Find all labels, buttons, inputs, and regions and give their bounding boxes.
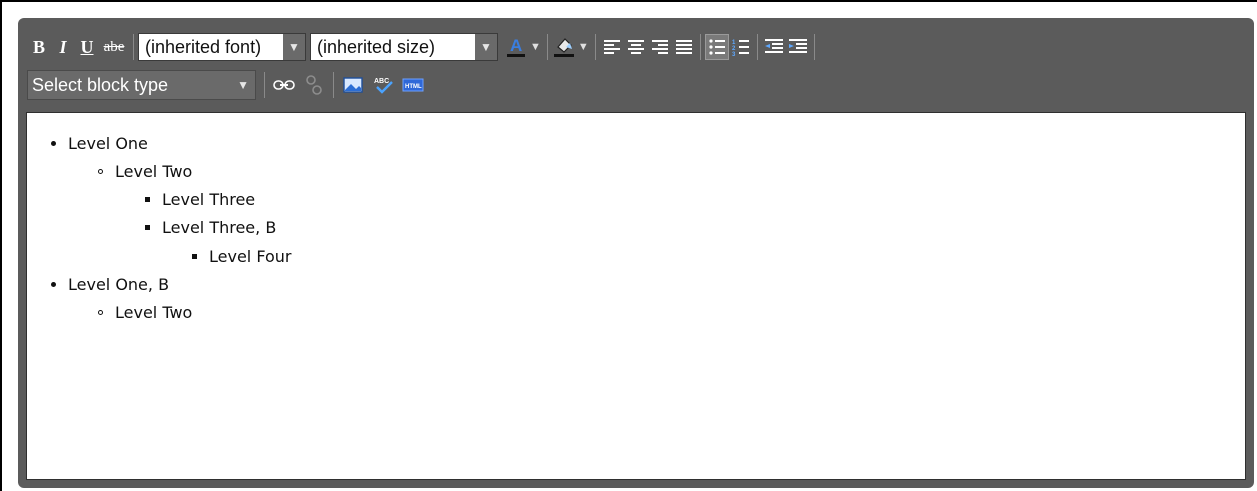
list-item-text: Level Two — [115, 302, 193, 322]
highlight-button[interactable] — [552, 34, 576, 60]
toolbar-separator — [264, 72, 265, 98]
toolbar-separator — [813, 34, 815, 60]
outdent-icon — [764, 39, 783, 53]
html-source-button[interactable]: HTML — [398, 72, 428, 98]
indent-icon — [788, 39, 807, 53]
list-item[interactable]: Level Four — [192, 246, 291, 266]
svg-text:ABC: ABC — [374, 78, 389, 85]
justify-icon — [675, 40, 692, 54]
toolbar-separator — [756, 34, 758, 60]
list-item[interactable]: Level Two — [98, 161, 192, 181]
spellcheck-button[interactable]: ABC — [368, 72, 398, 98]
font-color-button[interactable]: A — [504, 34, 528, 60]
list-item-text: Level One — [68, 133, 148, 153]
list-item-text: Level Three, B — [162, 217, 277, 237]
underline-label: U — [80, 36, 94, 57]
font-family-value: (inherited font) — [145, 36, 262, 57]
toolbar-separator — [133, 34, 134, 60]
toolbar-separator — [594, 34, 596, 60]
bullet-square — [192, 253, 197, 259]
list-item[interactable]: Level Three — [145, 189, 255, 209]
italic-label: I — [59, 36, 67, 57]
svg-text:3: 3 — [732, 52, 736, 56]
bullet-circle — [98, 168, 103, 174]
font-family-select[interactable]: (inherited font) ▼ — [138, 33, 306, 61]
insert-image-button[interactable] — [338, 72, 368, 98]
list-item[interactable]: Level Three, B — [145, 217, 276, 237]
toolbar-separator — [546, 34, 548, 60]
spellcheck-icon: ABC — [374, 78, 393, 94]
indent-button[interactable] — [786, 34, 810, 60]
list-item-text: Level Four — [209, 246, 292, 266]
font-color-dropdown[interactable]: ▼ — [530, 41, 541, 53]
toolbar-separator — [333, 72, 334, 98]
align-center-icon — [627, 40, 644, 54]
font-size-value: (inherited size) — [317, 36, 436, 57]
bullet-square — [145, 196, 150, 202]
unlink-button[interactable] — [299, 72, 329, 98]
image-icon — [343, 77, 363, 93]
list-item-text: Level Two — [115, 161, 193, 181]
align-right-button[interactable] — [648, 34, 672, 60]
frame-left-line — [0, 0, 9, 491]
chevron-down-icon[interactable]: ▼ — [237, 78, 249, 92]
frame-top-line — [0, 0, 1257, 2]
rich-text-editor: B I U abe (inherited font) ▼ (inherited … — [18, 18, 1254, 488]
list-item[interactable]: Level One, B — [51, 274, 169, 294]
toolbar-row-2: Select block type ▼ ABC HTML — [27, 70, 428, 100]
list-item-text: Level Three — [162, 189, 256, 209]
link-icon — [273, 80, 295, 90]
link-button[interactable] — [269, 72, 299, 98]
bullet-circle — [98, 309, 103, 315]
underline-button[interactable]: U — [75, 34, 99, 60]
svg-text:HTML: HTML — [405, 84, 422, 90]
toolbar-separator — [699, 34, 701, 60]
block-type-value: Select block type — [32, 74, 169, 95]
bullet-square — [145, 224, 150, 230]
numbered-list-button[interactable]: 1 2 3 — [729, 34, 753, 60]
chevron-down-icon[interactable]: ▼ — [475, 34, 497, 60]
align-right-icon — [651, 40, 668, 54]
block-type-select[interactable]: Select block type ▼ — [27, 70, 256, 100]
list-item-text: Level One, B — [68, 274, 170, 294]
strikethrough-button[interactable]: abe — [99, 34, 129, 60]
editor-content-area[interactable]: Level One Level Two Level Three Level Th… — [26, 112, 1246, 480]
align-center-button[interactable] — [624, 34, 648, 60]
numbered-list-icon: 1 2 3 — [732, 40, 749, 56]
html-icon: HTML — [402, 78, 424, 92]
justify-button[interactable] — [672, 34, 696, 60]
bullet-disc — [51, 140, 56, 146]
font-color-icon: A — [507, 36, 525, 57]
highlight-dropdown[interactable]: ▼ — [578, 41, 589, 53]
unlink-icon — [306, 75, 322, 95]
bullet-list-button[interactable] — [704, 34, 729, 60]
strike-label: abe — [103, 38, 125, 55]
bullet-list-icon — [709, 39, 725, 55]
font-size-select[interactable]: (inherited size) ▼ — [310, 33, 498, 61]
bold-label: B — [32, 36, 45, 57]
outdent-button[interactable] — [762, 34, 786, 60]
align-left-button[interactable] — [600, 34, 624, 60]
svg-text:A: A — [510, 36, 522, 55]
italic-button[interactable]: I — [51, 34, 75, 60]
align-left-icon — [603, 40, 620, 54]
list-item[interactable]: Level Two — [98, 302, 192, 322]
bullet-disc — [51, 281, 56, 287]
chevron-down-icon[interactable]: ▼ — [283, 34, 305, 60]
list-item[interactable]: Level One — [51, 133, 148, 153]
toolbar-row-1: B I U abe (inherited font) ▼ (inherited … — [27, 32, 819, 62]
highlight-icon — [553, 38, 574, 57]
bold-button[interactable]: B — [27, 34, 51, 60]
